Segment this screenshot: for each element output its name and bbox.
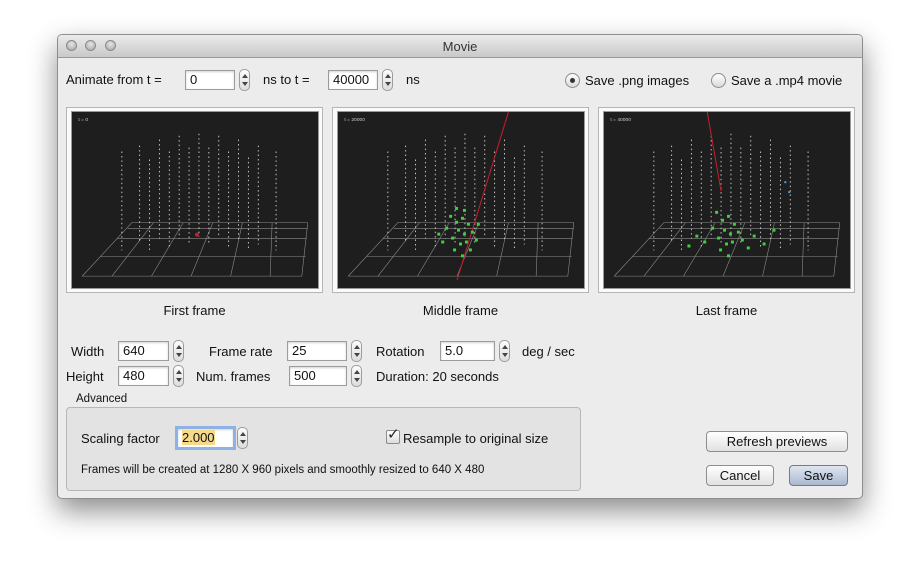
rotation-stepper[interactable]: [499, 340, 510, 362]
height-field[interactable]: 480: [118, 366, 169, 386]
scaling-factor-value: 2.000: [182, 430, 215, 445]
ns-unit-label: ns: [406, 72, 420, 87]
resample-checkbox[interactable]: ✓: [386, 426, 400, 444]
num-frames-field[interactable]: 500: [289, 366, 347, 386]
height-stepper[interactable]: [173, 365, 184, 387]
stepper-up-icon: [240, 432, 246, 436]
stepper-down-icon: [502, 353, 508, 357]
width-label: Width: [71, 344, 105, 359]
time-stamp: t = 20000: [344, 117, 365, 123]
stepper-up-icon: [176, 370, 182, 374]
stepper-down-icon: [176, 353, 182, 357]
advanced-group-title: Advanced: [76, 393, 128, 405]
save-mp4-radio[interactable]: [711, 73, 726, 88]
stepper-down-icon: [385, 82, 391, 86]
rotation-unit-label: deg / sec: [522, 344, 575, 359]
middle-frame-caption: Middle frame: [422, 303, 499, 318]
title-bar: Movie: [58, 35, 862, 58]
stepper-down-icon: [240, 440, 246, 444]
resize-note: Frames will be created at 1280 X 960 pix…: [81, 464, 485, 476]
stepper-up-icon: [242, 74, 248, 78]
stepper-up-icon: [176, 345, 182, 349]
rotation-field[interactable]: 5.0: [440, 341, 495, 361]
duration-label: Duration: 20 seconds: [376, 369, 499, 384]
rotation-label: Rotation: [376, 344, 425, 359]
save-button[interactable]: Save: [789, 465, 848, 486]
last-frame-preview: t = 40000: [603, 111, 851, 289]
first-frame-preview: t = 0: [71, 111, 319, 289]
num-frames-stepper[interactable]: [351, 365, 362, 387]
middle-frame-panel: t = 20000: [332, 107, 589, 293]
end-time-field[interactable]: 40000: [328, 70, 378, 90]
movie-dialog: Movie Animate from t = 0 ns to t = 40000…: [57, 34, 863, 499]
advanced-group: Scaling factor 2.000 ✓ Resample to origi…: [66, 407, 581, 491]
refresh-previews-button[interactable]: Refresh previews: [706, 431, 848, 452]
resample-label[interactable]: Resample to original size: [403, 431, 548, 446]
checkmark-icon: ✓: [387, 426, 400, 443]
stepper-up-icon: [354, 345, 360, 349]
first-frame-panel: t = 0: [66, 107, 323, 293]
save-png-label[interactable]: Save .png images: [585, 73, 689, 88]
stepper-down-icon: [176, 378, 182, 382]
last-frame-panel: t = 40000: [598, 107, 855, 293]
stepper-down-icon: [354, 378, 360, 382]
width-field[interactable]: 640: [118, 341, 169, 361]
start-time-field[interactable]: 0: [185, 70, 235, 90]
window-title: Movie: [442, 39, 478, 54]
frame-rate-field[interactable]: 25: [287, 341, 347, 361]
height-label: Height: [66, 369, 104, 384]
stepper-up-icon: [354, 370, 360, 374]
stepper-down-icon: [242, 82, 248, 86]
stepper-up-icon: [385, 74, 391, 78]
end-time-stepper[interactable]: [382, 69, 393, 91]
cancel-button[interactable]: Cancel: [706, 465, 774, 486]
width-stepper[interactable]: [173, 340, 184, 362]
stepper-down-icon: [354, 353, 360, 357]
first-frame-caption: First frame: [163, 303, 226, 318]
start-time-stepper[interactable]: [239, 69, 250, 91]
save-png-radio[interactable]: [565, 73, 580, 88]
animate-from-label: Animate from t =: [66, 72, 162, 87]
ns-to-label: ns to t =: [263, 72, 310, 87]
scaling-factor-stepper[interactable]: [237, 427, 248, 449]
time-stamp: t = 40000: [610, 117, 631, 123]
scaling-factor-label: Scaling factor: [81, 431, 160, 446]
middle-frame-preview: t = 20000: [337, 111, 585, 289]
stepper-up-icon: [502, 345, 508, 349]
scaling-factor-field[interactable]: 2.000: [175, 426, 236, 450]
frame-rate-label: Frame rate: [209, 344, 273, 359]
hit-dot: [195, 232, 199, 237]
num-frames-label: Num. frames: [196, 369, 271, 384]
last-frame-caption: Last frame: [695, 303, 758, 318]
frame-rate-stepper[interactable]: [351, 340, 362, 362]
time-stamp: t = 0: [78, 117, 88, 123]
save-mp4-label[interactable]: Save a .mp4 movie: [731, 73, 842, 88]
